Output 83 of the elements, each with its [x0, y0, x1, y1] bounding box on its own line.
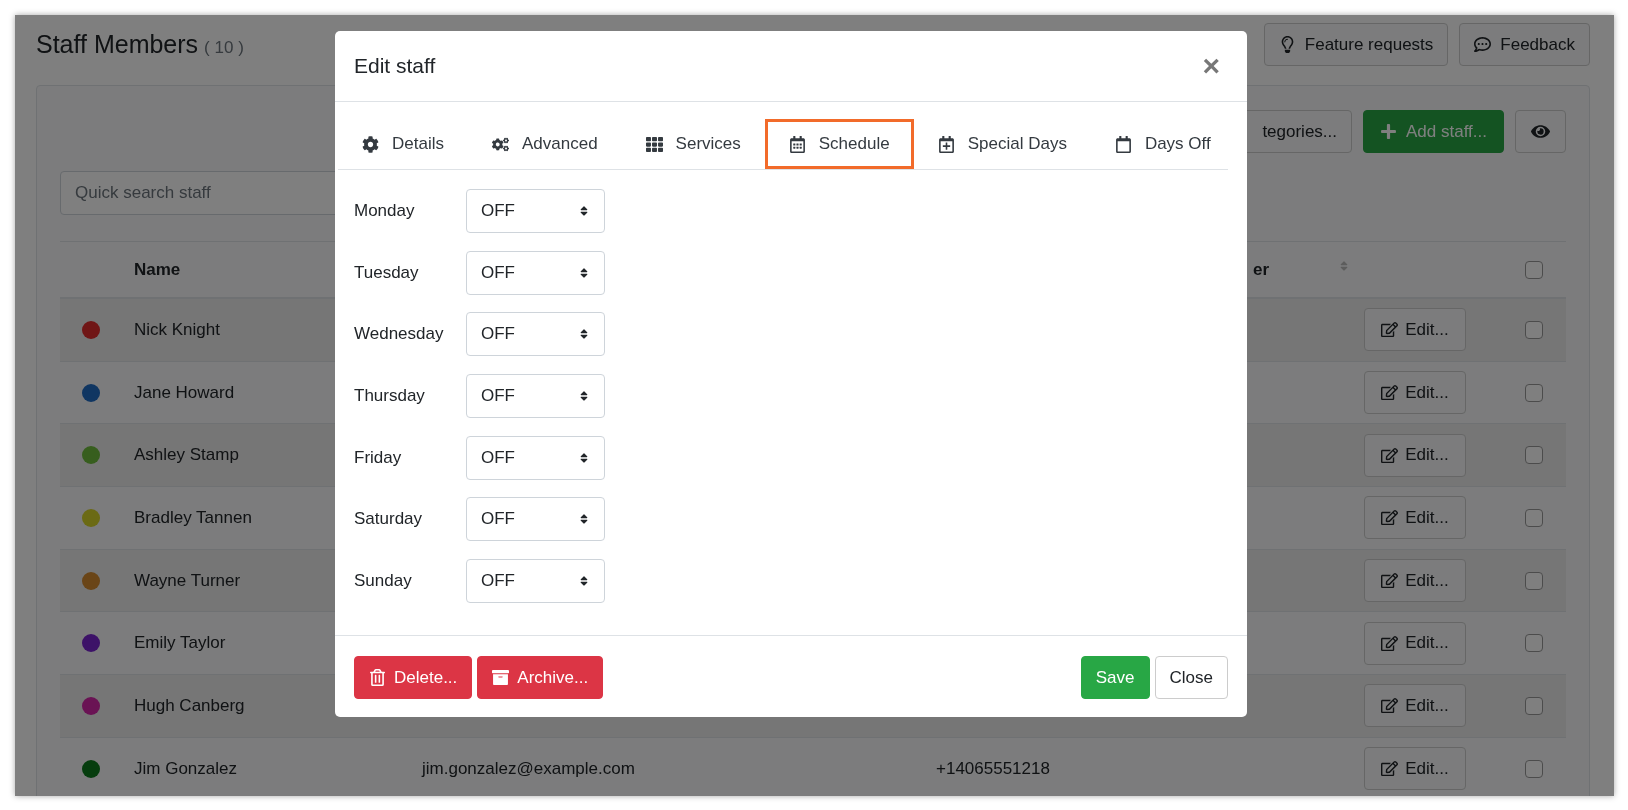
checkbox[interactable] [1524, 320, 1543, 339]
modal-title: Edit staff [354, 54, 436, 78]
edit-icon [1381, 760, 1399, 778]
table-cell: +14065551218 [936, 758, 1050, 779]
archive-icon [492, 669, 510, 686]
select-field[interactable]: OFF [466, 559, 605, 604]
archive-button[interactable]: Archive... [477, 656, 604, 699]
calendar-icon [788, 135, 806, 153]
edit-button[interactable]: Edit... [1364, 308, 1466, 352]
trash-icon [369, 669, 386, 686]
eye-icon [1531, 122, 1550, 141]
day-label: Monday [354, 201, 416, 221]
gears-icon [491, 135, 509, 153]
tab[interactable]: Schedule [764, 119, 914, 169]
comment-icon [1474, 36, 1492, 53]
table-cell: Jane Howard [134, 382, 235, 403]
edit-button[interactable]: Edit... [1364, 684, 1466, 728]
sort-icon[interactable] [1338, 259, 1350, 272]
select-field[interactable]: OFF [466, 435, 605, 480]
day-label: Friday [354, 447, 403, 468]
edit-button[interactable]: Edit... [1364, 496, 1466, 540]
table-cell: Bradley Tannen [134, 507, 252, 528]
edit-button[interactable]: Edit... [1364, 621, 1466, 665]
column-header[interactable]: Name [134, 259, 181, 280]
edit-icon [1381, 697, 1399, 715]
select-field[interactable]: OFF [466, 250, 605, 295]
add-staff-button[interactable]: Add staff... [1363, 110, 1504, 153]
table-cell: Jim Gonzalez [134, 758, 237, 779]
edit-icon [1381, 572, 1399, 590]
sort-icon [578, 513, 590, 526]
close-button[interactable]: Close [1154, 656, 1228, 699]
edit-button[interactable]: Edit... [1364, 433, 1466, 477]
table-cell: Ashley Stamp [134, 445, 239, 466]
checkbox[interactable] [1524, 508, 1543, 527]
day-label: Tuesday [354, 262, 420, 283]
table-cell: Emily Taylor [134, 633, 226, 654]
day-label: Wednesday [354, 324, 445, 345]
table-cell: Nick Knight [134, 319, 220, 340]
edit-icon [1381, 384, 1399, 402]
plus-icon [1380, 123, 1398, 140]
edit-button[interactable]: Edit... [1364, 371, 1466, 415]
close-button[interactable]: × [1194, 51, 1228, 81]
sort-icon [578, 328, 590, 341]
day-label: Thursday [354, 386, 426, 407]
edit-icon [1381, 509, 1399, 527]
delete-button[interactable]: Delete... [354, 656, 473, 699]
table-cell: jim.gonzalez@example.com [422, 758, 635, 779]
staff-count: ( 10 ) [204, 38, 244, 58]
sort-icon [578, 390, 590, 403]
sort-icon [578, 575, 590, 588]
checkbox[interactable] [1524, 696, 1543, 715]
select-field[interactable]: OFF [466, 312, 605, 357]
gear-icon [362, 135, 379, 153]
checkbox[interactable] [1524, 446, 1543, 465]
sort-icon [578, 266, 590, 279]
checkbox[interactable] [1524, 571, 1543, 590]
edit-icon [1381, 446, 1399, 464]
calendar-plus-icon [937, 135, 955, 153]
select-field[interactable]: OFF [466, 189, 605, 233]
calendar-icon [1114, 135, 1132, 153]
edit-button[interactable]: Edit... [1364, 747, 1466, 791]
sort-icon [578, 205, 590, 217]
checkbox[interactable] [1524, 260, 1543, 279]
checkbox[interactable] [1524, 759, 1543, 778]
edit-button[interactable]: Edit... [1364, 559, 1466, 603]
page-title: Staff Members [36, 30, 199, 59]
checkbox[interactable] [1524, 634, 1543, 653]
day-label: Saturday [354, 509, 424, 530]
day-label: Sunday [354, 571, 413, 592]
edit-icon [1381, 634, 1399, 652]
checkbox[interactable] [1524, 383, 1543, 402]
visibility-button[interactable] [1515, 110, 1566, 153]
grid-icon [645, 135, 663, 153]
save-button[interactable]: Save [1080, 656, 1150, 699]
select-field[interactable]: OFF [466, 497, 605, 542]
header-button[interactable]: Feature requests [1263, 23, 1449, 66]
sort-icon [578, 451, 590, 464]
edit-icon [1381, 321, 1399, 339]
column-header[interactable]: er [1253, 259, 1270, 280]
header-button[interactable]: Feedback [1459, 23, 1590, 66]
table-cell: Hugh Canberg [134, 695, 245, 716]
table-cell: Wayne Turner [134, 570, 241, 591]
select-field[interactable]: OFF [466, 374, 605, 419]
